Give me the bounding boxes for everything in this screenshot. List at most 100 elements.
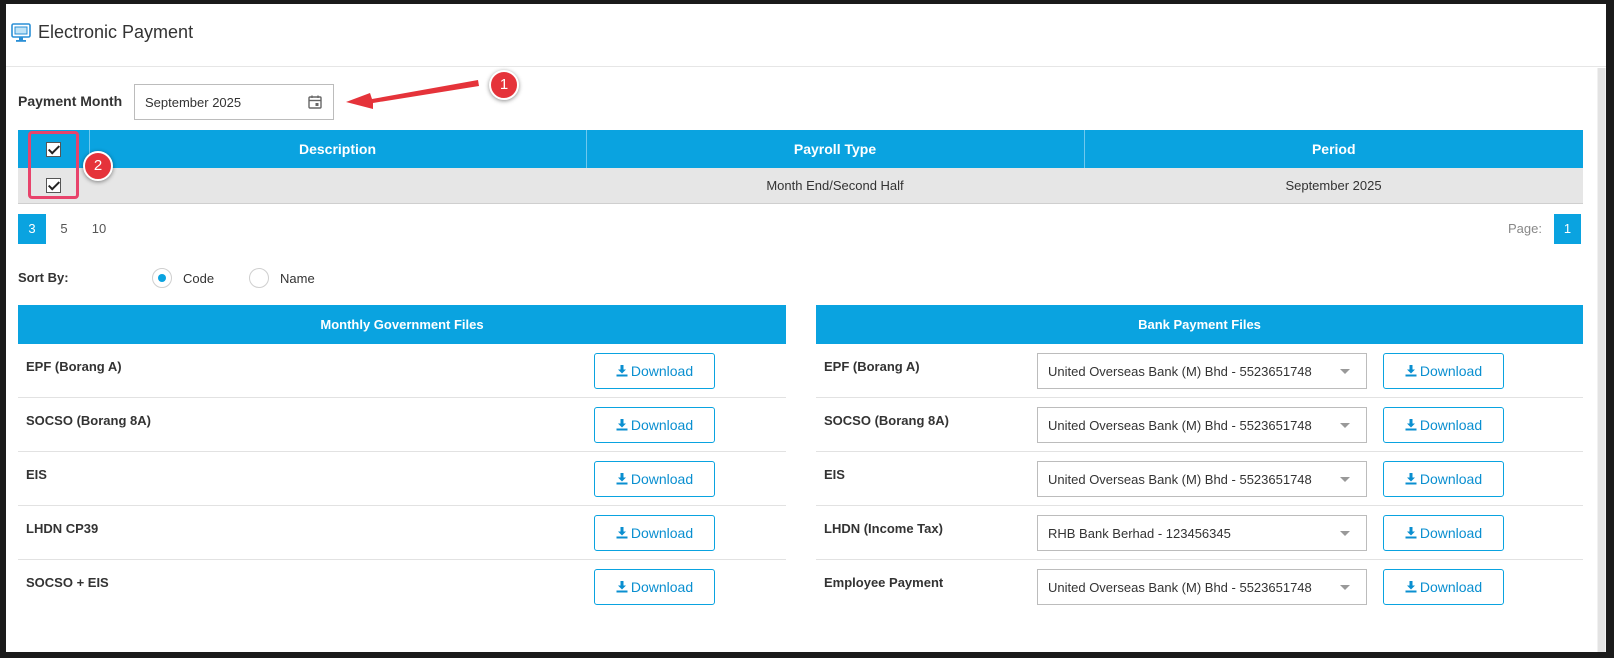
download-button[interactable]: Download <box>1383 515 1504 551</box>
download-label: Download <box>1419 525 1483 541</box>
cell-description <box>89 168 586 204</box>
column-period[interactable]: Period <box>1084 130 1583 168</box>
column-payroll-type[interactable]: Payroll Type <box>586 130 1085 168</box>
list-item: LHDN CP39 Download <box>18 506 786 560</box>
bank-account-select[interactable]: United Overseas Bank (M) Bhd - 552365174… <box>1037 461 1367 497</box>
list-item: Employee Payment United Overseas Bank (M… <box>816 560 1583 614</box>
page-size-10[interactable]: 10 <box>82 214 116 244</box>
download-icon <box>616 527 628 539</box>
download-button[interactable]: Download <box>594 515 715 551</box>
bank-account-select[interactable]: United Overseas Bank (M) Bhd - 552365174… <box>1037 407 1367 443</box>
page-header: Electronic Payment <box>6 4 1606 67</box>
list-item: EPF (Borang A) United Overseas Bank (M) … <box>816 344 1583 398</box>
bank-account-value: United Overseas Bank (M) Bhd - 552365174… <box>1048 364 1312 379</box>
government-files-panel: Monthly Government Files EPF (Borang A) … <box>18 305 786 614</box>
download-label: Download <box>630 525 694 541</box>
vertical-scrollbar[interactable] <box>1597 68 1606 652</box>
chevron-down-icon <box>1340 531 1350 536</box>
download-button[interactable]: Download <box>1383 461 1504 497</box>
gov-file-label: LHDN CP39 <box>26 521 99 536</box>
download-label: Download <box>630 417 694 433</box>
payment-month-label: Payment Month <box>18 93 123 109</box>
list-item: LHDN (Income Tax) RHB Bank Berhad - 1234… <box>816 506 1583 560</box>
annotation-badge-1: 1 <box>489 70 519 100</box>
chevron-down-icon <box>1340 477 1350 482</box>
bank-account-value: United Overseas Bank (M) Bhd - 552365174… <box>1048 418 1312 433</box>
bank-file-label: Employee Payment <box>824 575 944 590</box>
sort-code-radio[interactable] <box>152 268 172 288</box>
download-button[interactable]: Download <box>594 461 715 497</box>
page-title: Electronic Payment <box>38 22 194 42</box>
monitor-icon <box>11 23 31 42</box>
bank-files-title: Bank Payment Files <box>816 305 1583 344</box>
download-button[interactable]: Download <box>1383 407 1504 443</box>
sort-name-radio[interactable] <box>249 268 269 288</box>
download-button[interactable]: Download <box>594 353 715 389</box>
download-icon <box>1405 527 1417 539</box>
chevron-down-icon <box>1340 369 1350 374</box>
calendar-icon[interactable] <box>307 94 323 110</box>
scrollbar-thumb[interactable] <box>1598 68 1605 652</box>
bank-account-value: United Overseas Bank (M) Bhd - 552365174… <box>1048 472 1312 487</box>
list-item: SOCSO (Borang 8A) United Overseas Bank (… <box>816 398 1583 452</box>
bank-account-select[interactable]: RHB Bank Berhad - 123456345 <box>1037 515 1367 551</box>
payment-month-input[interactable]: September 2025 <box>134 84 334 120</box>
list-item: SOCSO + EIS Download <box>18 560 786 614</box>
download-button[interactable]: Download <box>1383 569 1504 605</box>
download-icon <box>1405 473 1417 485</box>
download-label: Download <box>1419 417 1483 433</box>
sort-code-label[interactable]: Code <box>183 271 214 286</box>
cell-period: September 2025 <box>1084 168 1583 204</box>
gov-file-label: EPF (Borang A) <box>26 359 122 374</box>
sort-name-label[interactable]: Name <box>280 271 315 286</box>
bank-account-select[interactable]: United Overseas Bank (M) Bhd - 552365174… <box>1037 569 1367 605</box>
bank-account-value: United Overseas Bank (M) Bhd - 552365174… <box>1048 580 1312 595</box>
bank-file-label: EPF (Borang A) <box>824 359 920 374</box>
download-label: Download <box>1419 579 1483 595</box>
download-icon <box>616 581 628 593</box>
download-button[interactable]: Download <box>594 569 715 605</box>
download-label: Download <box>1419 471 1483 487</box>
chevron-down-icon <box>1340 423 1350 428</box>
list-item: SOCSO (Borang 8A) Download <box>18 398 786 452</box>
download-icon <box>616 419 628 431</box>
download-icon <box>616 473 628 485</box>
gov-file-label: SOCSO (Borang 8A) <box>26 413 151 428</box>
page-number-button[interactable]: 1 <box>1554 214 1581 244</box>
page-label: Page: <box>1508 221 1542 236</box>
download-icon <box>616 365 628 377</box>
payroll-table: Description Payroll Type Period Month En… <box>18 130 1583 204</box>
bank-file-label: LHDN (Income Tax) <box>824 521 943 536</box>
download-label: Download <box>630 363 694 379</box>
download-icon <box>1405 419 1417 431</box>
page-size-3[interactable]: 3 <box>18 214 46 244</box>
download-icon <box>1405 581 1417 593</box>
list-item: EIS United Overseas Bank (M) Bhd - 55236… <box>816 452 1583 506</box>
download-label: Download <box>630 471 694 487</box>
payment-month-value: September 2025 <box>145 95 242 110</box>
download-button[interactable]: Download <box>594 407 715 443</box>
government-files-title: Monthly Government Files <box>18 305 786 344</box>
chevron-down-icon <box>1340 585 1350 590</box>
gov-file-label: SOCSO + EIS <box>26 575 109 590</box>
download-label: Download <box>1419 363 1483 379</box>
table-header-row: Description Payroll Type Period <box>18 130 1583 168</box>
page-size-5[interactable]: 5 <box>53 214 75 244</box>
bank-file-label: SOCSO (Borang 8A) <box>824 413 949 428</box>
download-button[interactable]: Download <box>1383 353 1504 389</box>
column-description[interactable]: Description <box>89 130 587 168</box>
table-row[interactable]: Month End/Second Half September 2025 <box>18 168 1583 204</box>
gov-file-label: EIS <box>26 467 47 482</box>
sort-by-label: Sort By: <box>18 270 69 285</box>
list-item: EIS Download <box>18 452 786 506</box>
list-item: EPF (Borang A) Download <box>18 344 786 398</box>
bank-file-label: EIS <box>824 467 845 482</box>
bank-files-panel: Bank Payment Files EPF (Borang A) United… <box>816 305 1583 614</box>
bank-account-select[interactable]: United Overseas Bank (M) Bhd - 552365174… <box>1037 353 1367 389</box>
checkbox-highlight-box <box>28 131 79 199</box>
download-icon <box>1405 365 1417 377</box>
download-label: Download <box>630 579 694 595</box>
bank-account-value: RHB Bank Berhad - 123456345 <box>1048 526 1231 541</box>
cell-payroll-type: Month End/Second Half <box>586 168 1084 204</box>
annotation-badge-2: 2 <box>83 151 113 181</box>
